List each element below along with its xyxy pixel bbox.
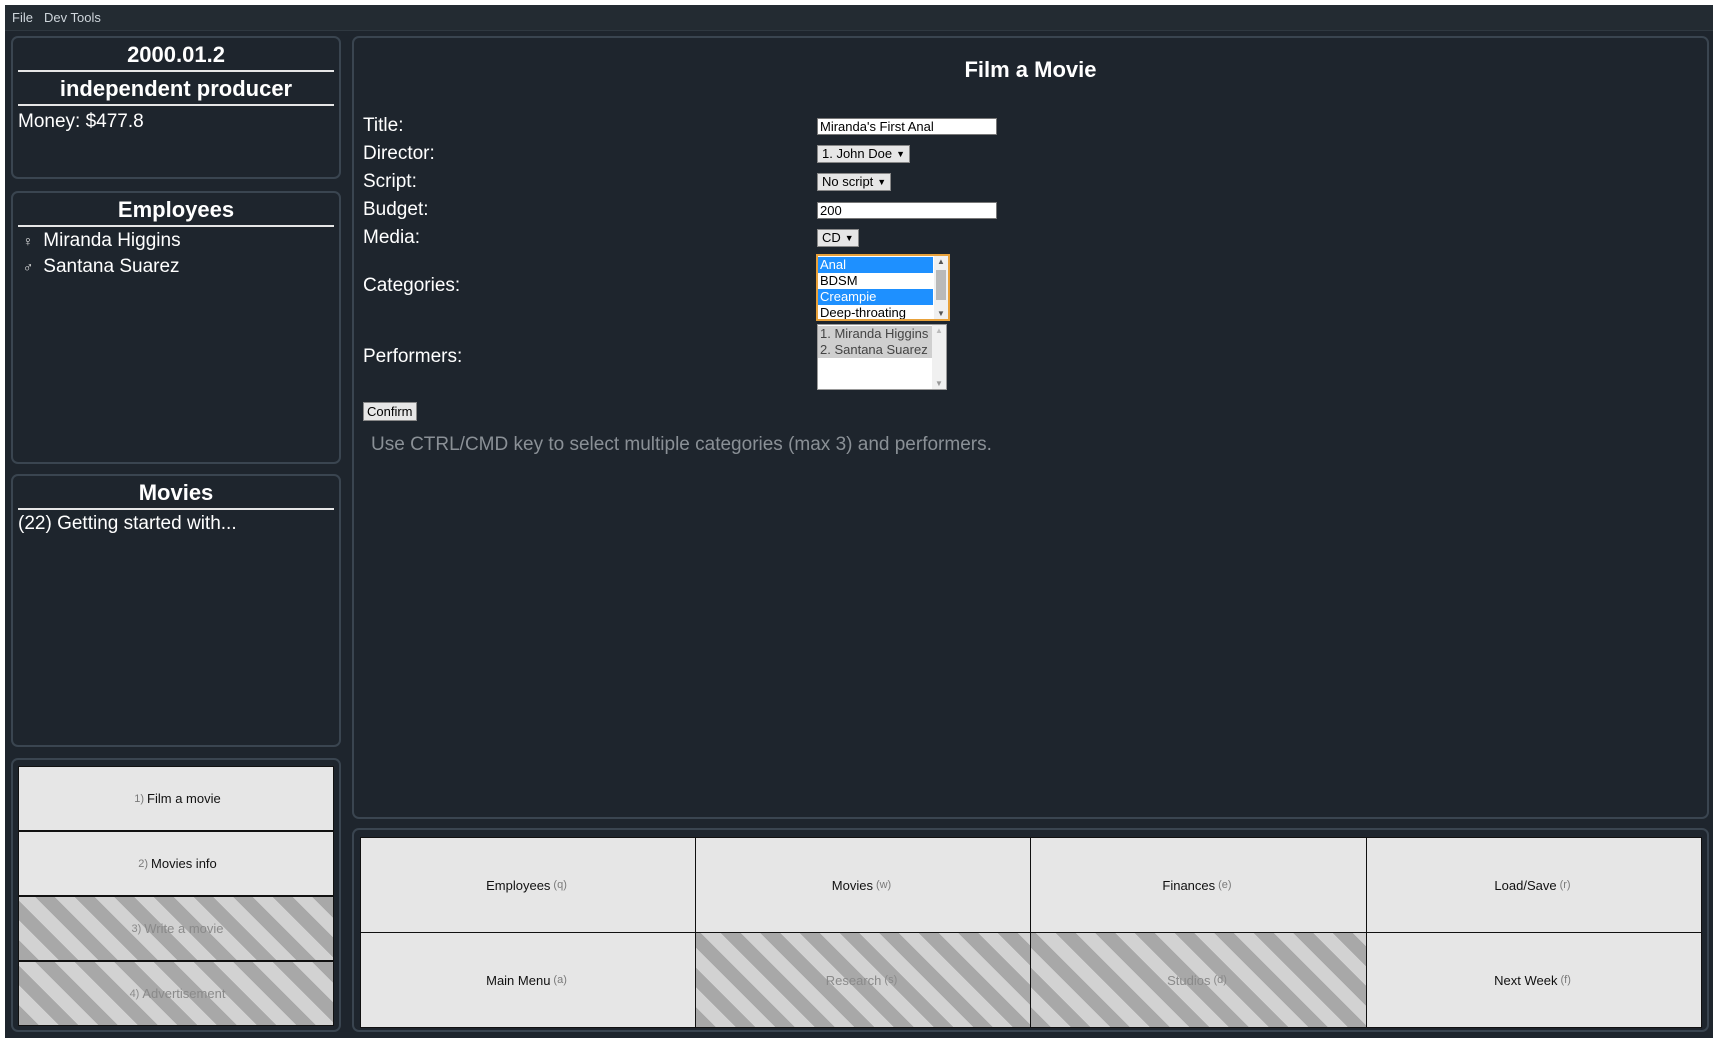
selection-hint: Use CTRL/CMD key to select multiple cate… (371, 434, 992, 455)
dropdown-arrow-icon: ▼ (844, 233, 854, 243)
categories-listbox[interactable]: Anal BDSM Creampie Deep-throating ▲ ▼ (816, 254, 950, 321)
status-panel: 2000.01.2 independent producer Money: $4… (11, 36, 341, 179)
nav-next-week-button[interactable]: Next Week (f) (1366, 932, 1702, 1028)
actions-panel: 1) Film a movie 2) Movies info 3) Write a m… (11, 758, 341, 1032)
game-date: 2000.01.2 (18, 38, 334, 72)
scroll-up-icon[interactable]: ▲ (932, 326, 946, 335)
film-movie-button[interactable]: 1) Film a movie (18, 766, 334, 831)
scroll-down-icon[interactable]: ▼ (932, 379, 946, 388)
menu-file[interactable]: File (12, 10, 33, 25)
dropdown-arrow-icon: ▼ (877, 177, 887, 187)
performers-label: Performers: (363, 346, 463, 367)
director-label: Director: (363, 143, 435, 164)
media-label: Media: (363, 227, 421, 248)
title-input[interactable] (817, 118, 997, 135)
employee-item[interactable]: ♂ Santana Suarez (18, 254, 334, 280)
nav-load-save-button[interactable]: Load/Save (r) (1366, 837, 1702, 933)
menu-dev-tools[interactable]: Dev Tools (44, 10, 101, 25)
category-option-creampie[interactable]: Creampie (818, 289, 933, 305)
nav-employees-button[interactable]: Employees (q) (360, 837, 696, 933)
category-option-anal[interactable]: Anal (818, 257, 933, 273)
script-select[interactable]: No script ▼ (817, 173, 892, 191)
director-select[interactable]: 1. John Doe ▼ (817, 145, 911, 163)
nav-finances-button[interactable]: Finances (e) (1030, 837, 1367, 933)
app-window: File Dev Tools 2000.01.2 independent pro… (5, 5, 1713, 1038)
categories-label: Categories: (363, 275, 461, 296)
player-rank: independent producer (18, 72, 334, 106)
performers-listbox[interactable]: 1. Miranda Higgins 2. Santana Suarez ▲ ▼ (817, 324, 947, 390)
film-movie-panel: Film a Movie Title: Director: 1. John Do… (352, 36, 1709, 819)
category-option-deep-throating[interactable]: Deep-throating (818, 305, 933, 319)
employees-panel: Employees ♀ Miranda Higgins ♂ Santana Su… (11, 191, 341, 464)
media-select[interactable]: CD ▼ (817, 229, 859, 247)
budget-input[interactable] (817, 202, 997, 219)
employees-title: Employees (18, 193, 334, 227)
budget-label: Budget: (363, 199, 429, 220)
movies-title: Movies (18, 476, 334, 510)
menu-bar: File Dev Tools (5, 5, 1713, 31)
confirm-button[interactable]: Confirm (363, 402, 417, 421)
scroll-down-icon[interactable]: ▼ (934, 309, 948, 318)
nav-movies-button[interactable]: Movies (w) (695, 837, 1031, 933)
nav-studios-button: Studios (d) (1030, 932, 1367, 1028)
female-icon: ♀ (22, 233, 34, 249)
category-option-bdsm[interactable]: BDSM (818, 273, 933, 289)
nav-main-menu-button[interactable]: Main Menu (a) (360, 932, 696, 1028)
money-display: Money: $477.8 (18, 111, 144, 132)
form-title: Film a Movie (964, 57, 1097, 82)
nav-research-button: Research (s) (695, 932, 1031, 1028)
movies-info-button[interactable]: 2) Movies info (18, 831, 334, 896)
scroll-up-icon[interactable]: ▲ (934, 257, 948, 266)
male-icon: ♂ (22, 259, 34, 275)
dropdown-arrow-icon: ▼ (896, 149, 906, 159)
scroll-thumb[interactable] (936, 270, 946, 300)
performer-option[interactable]: 1. Miranda Higgins (818, 326, 932, 342)
navigation-panel: Employees (q) Movies (w) Finances (e) Load/… (352, 828, 1709, 1032)
write-movie-button: 3) Write a movie (18, 896, 334, 961)
categories-scrollbar[interactable]: ▲ ▼ (934, 256, 948, 319)
title-label: Title: (363, 115, 404, 136)
performers-scrollbar[interactable]: ▲ ▼ (932, 325, 946, 389)
movie-item[interactable]: (22) Getting started with... (18, 511, 334, 537)
movies-panel: Movies (22) Getting started with... (11, 474, 341, 747)
advertisement-button: 4) Advertisement (18, 961, 334, 1026)
performer-option[interactable]: 2. Santana Suarez (818, 342, 932, 358)
employee-item[interactable]: ♀ Miranda Higgins (18, 228, 334, 254)
employee-name: Santana Suarez (43, 256, 180, 277)
employee-name: Miranda Higgins (43, 230, 181, 251)
script-label: Script: (363, 171, 417, 192)
